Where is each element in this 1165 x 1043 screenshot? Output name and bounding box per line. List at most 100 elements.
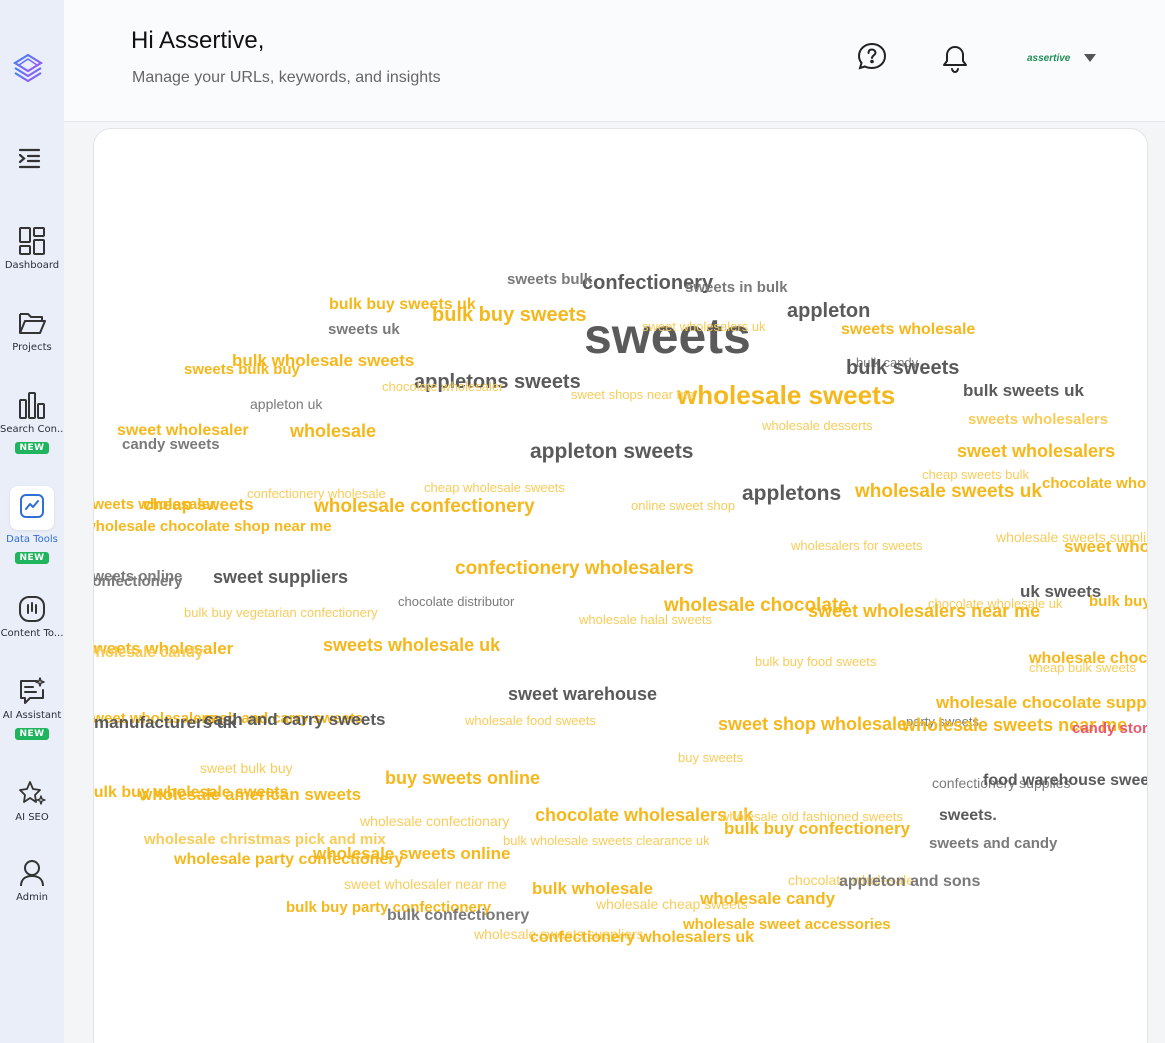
folder-icon [18,308,46,338]
account-menu[interactable]: assertive [1019,44,1109,72]
wordcloud-word: sweet wholesalers [957,441,1116,461]
wordcloud-word: sweets and candy [929,835,1058,852]
active-nav-wrapper [10,486,54,530]
sidebar-item-admin[interactable]: Admin [0,858,64,903]
sidebar-item-label: AI SEO [15,812,49,823]
wordcloud-word: wholesale confectionery [314,496,535,517]
greeting-title: Hi Assertive, [131,27,265,54]
sidebar-item-dashboard[interactable]: Dashboard [0,226,64,271]
sidebar-item-label: Admin [16,892,48,903]
wordcloud-word: online sweet shop [631,498,736,513]
wordcloud-word: sweet wholesaler near me [344,876,507,892]
wordcloud-word: wholesale chocolate shop near me [93,518,332,535]
sidebar-item-projects[interactable]: Projects [0,308,64,353]
sidebar-item-label: Dashboard [4,260,60,271]
wordcloud-word: sweet wholesale [1064,537,1147,556]
wordcloud-word: bulk sweets [846,357,960,379]
wordcloud-word: cheap bulk sweets [1029,660,1136,675]
wordcloud-word: sweets bulk buy [184,361,300,378]
wordcloud-word: bulk sweets uk [963,381,1084,400]
sidebar-item-label: Data Tools [6,534,58,545]
wordcloud-word: sweets uk [328,321,400,338]
new-badge: NEW [15,552,49,564]
wordcloud-word: appletons [742,482,842,505]
content-icon [18,594,46,624]
wordcloud-word: sweet suppliers [213,567,349,587]
wordcloud-word: candy store [1072,720,1148,737]
wordcloud-word: sweet warehouse [508,684,658,704]
sidebar-item-label: AI Assistant [2,710,62,721]
wordcloud-word: wholesale halal sweets [579,612,712,627]
menu-toggle-icon[interactable] [16,146,42,170]
wordcloud-word: wholesale sweets [677,380,896,410]
wordcloud-word: buy sweets [678,750,744,765]
wordcloud-word: sweets. [939,807,997,824]
wordcloud-word: appleton [787,300,871,322]
wordcloud-word: sweets in bulk [685,279,788,296]
wordcloud-word: bulk wholesale sweets clearance uk [503,833,710,848]
wordcloud-word: sweets wholesalers [968,411,1109,428]
wordcloud-word: bulk confectionery [387,907,530,924]
sidebar-item-label: Search Con... [0,424,64,435]
wordcloud-word: chocolate distributor [398,594,515,609]
wordcloud-word: chocolate wholesaler [382,379,504,394]
wordcloud-word: wholesale sweets uk [855,481,1042,502]
star-sparkle-icon [18,778,46,808]
wordcloud-word: sweet bulk buy [200,760,293,776]
wordcloud-word: bulk buy confectionery [724,819,911,838]
wordcloud-word: food warehouse sweets [983,772,1148,789]
chat-sparkle-icon [18,676,46,706]
wordcloud: sweets wholesale sweets confectionery sweet… [93,129,1148,1043]
wordcloud-word: wholesale [290,421,377,441]
wordcloud-word: bulk wholesale [532,879,653,898]
wordcloud-word: cheap sweets bulk [922,467,1029,482]
dashboard-icon [18,226,46,256]
wordcloud-word: cheap sweets [143,495,254,514]
wordcloud-word: wholesale candy [93,644,204,661]
wordcloud-word: chocolate wholesale [1042,475,1148,492]
sidebar-item-content-tools[interactable]: Content To... [0,594,64,639]
help-icon[interactable] [857,42,887,72]
wordcloud-word: wholesale sweets online [313,844,511,863]
wordcloud-word: sweets wholesale [841,321,976,338]
wordcloud-word: bulk buy food sweets [755,654,877,669]
wordcloud-word: wholesale confectionary [360,813,510,829]
sidebar-item-ai-assistant[interactable]: AI Assistant NEW [0,676,64,740]
wordcloud-word: confectionery [93,573,183,590]
wordcloud-word: cheap wholesale sweets [424,480,565,495]
wordcloud-word: wholesalers for sweets [791,538,923,553]
wordcloud-word: cash and carry sweets [204,710,386,729]
wordcloud-word: wholesale food sweets [465,713,596,728]
user-icon [18,858,46,888]
wordcloud-word: appleton and sons [839,873,981,890]
app-logo-icon[interactable] [12,52,44,88]
wordcloud-word: wholesale american sweets [139,785,362,804]
sidebar-item-label: Content To... [0,628,64,639]
wordcloud-word: appleton uk [250,396,323,412]
wordcloud-word: candy sweets [122,436,220,453]
wordcloud-word: confectionery wholesalers [455,558,694,579]
top-header: Hi Assertive, Manage your URLs, keywords… [64,0,1165,122]
sidebar-item-search-console[interactable]: Search Con... NEW [0,390,64,454]
greeting-subtitle: Manage your URLs, keywords, and insights [132,69,441,86]
wordcloud-word: wholesale candy [700,889,836,908]
bar-chart-icon [18,390,46,420]
notification-bell-icon[interactable] [941,44,969,74]
sidebar: Dashboard Projects Search Con... NEW Dat… [0,0,64,1043]
wordcloud-word: bulk buy vegetarian confectionery [184,605,378,620]
sidebar-item-ai-seo[interactable]: AI SEO [0,778,64,823]
wordcloud-word: buy sweets online [385,768,541,788]
wordcloud-word: wholesale chocolate suppliers [936,693,1147,712]
wordcloud-word: sweet wholesalers uk [642,319,766,334]
sidebar-item-data-tools[interactable]: Data Tools NEW [0,486,64,564]
new-badge: NEW [15,728,49,740]
wordcloud-word: sweet shops near me [571,387,695,402]
wordcloud-word: sweet shop wholesale [718,714,908,734]
wordcloud-word: bulk buy sweets [1089,593,1147,610]
wordcloud-word: sweet wholesalers near me [808,601,1041,621]
wordcloud-word: bulk buy sweets [432,304,587,326]
new-badge: NEW [15,442,49,454]
account-logo: assertive [1027,52,1071,64]
line-chart-icon [18,492,46,524]
wordcloud-word: sweets wholesale uk [323,635,501,655]
